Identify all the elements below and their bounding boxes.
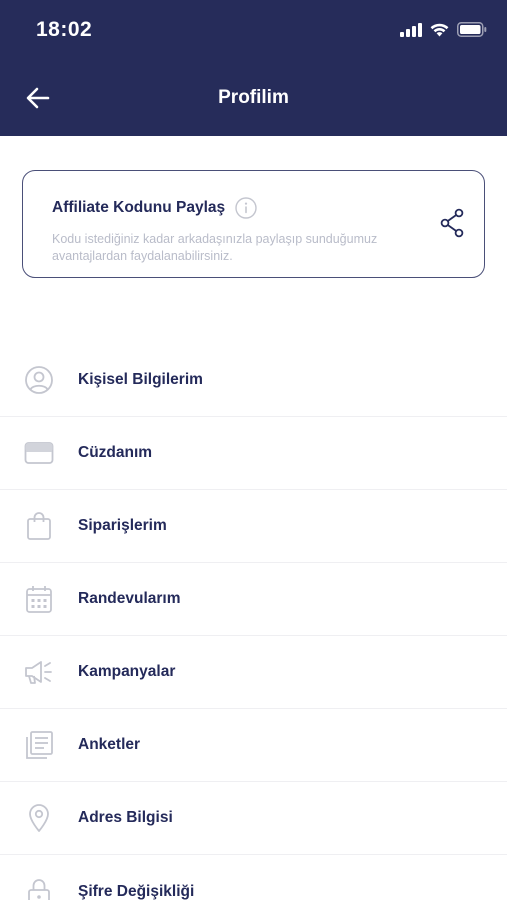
share-button[interactable] bbox=[437, 208, 467, 243]
menu-item-label: Şifre Değişikliği bbox=[78, 882, 195, 900]
menu-item-address[interactable]: Adres Bilgisi bbox=[0, 782, 507, 855]
app-header: 18:02 Profilim bbox=[0, 0, 507, 136]
shopping-bag-icon bbox=[22, 509, 56, 543]
lock-icon bbox=[22, 875, 56, 900]
location-pin-icon bbox=[22, 801, 56, 835]
nav-bar: Profilim bbox=[0, 64, 507, 136]
document-list-icon bbox=[22, 728, 56, 762]
wallet-icon bbox=[22, 436, 56, 470]
menu-item-label: Siparişlerim bbox=[78, 517, 167, 534]
status-bar: 18:02 bbox=[0, 0, 507, 64]
menu-item-wallet[interactable]: Cüzdanım bbox=[0, 417, 507, 490]
page-title: Profilim bbox=[218, 87, 289, 108]
menu-item-label: Cüzdanım bbox=[78, 444, 153, 461]
megaphone-icon bbox=[22, 655, 56, 689]
info-icon[interactable] bbox=[235, 197, 257, 219]
menu-item-orders[interactable]: Siparişlerim bbox=[0, 490, 507, 563]
menu-item-surveys[interactable]: Anketler bbox=[0, 709, 507, 782]
signal-icon bbox=[400, 22, 422, 42]
affiliate-title-row: Affiliate Kodunu Paylaş bbox=[52, 197, 257, 219]
wifi-icon bbox=[430, 23, 449, 42]
menu-item-appointments[interactable]: Randevularım bbox=[0, 563, 507, 636]
menu-item-label: Kampanyalar bbox=[78, 663, 176, 680]
affiliate-card[interactable]: Affiliate Kodunu Paylaş Kodu istediğiniz… bbox=[22, 170, 485, 278]
affiliate-title: Affiliate Kodunu Paylaş bbox=[52, 199, 226, 216]
profile-menu: Kişisel Bilgilerim Cüzdanım Siparişlerim bbox=[0, 344, 507, 900]
menu-item-label: Randevularım bbox=[78, 590, 181, 607]
menu-item-password-change[interactable]: Şifre Değişikliği bbox=[0, 855, 507, 900]
menu-item-personal-info[interactable]: Kişisel Bilgilerim bbox=[0, 344, 507, 417]
status-time: 18:02 bbox=[36, 18, 93, 41]
menu-item-label: Adres Bilgisi bbox=[78, 809, 173, 826]
menu-item-label: Anketler bbox=[78, 736, 141, 753]
share-icon bbox=[438, 208, 466, 243]
menu-item-campaigns[interactable]: Kampanyalar bbox=[0, 636, 507, 709]
menu-item-label: Kişisel Bilgilerim bbox=[78, 371, 203, 388]
calendar-icon bbox=[22, 582, 56, 616]
status-icons bbox=[400, 22, 487, 42]
user-circle-icon bbox=[22, 363, 56, 397]
battery-icon bbox=[457, 22, 487, 42]
affiliate-description: Kodu istediğiniz kadar arkadaşınızla pay… bbox=[52, 232, 378, 263]
